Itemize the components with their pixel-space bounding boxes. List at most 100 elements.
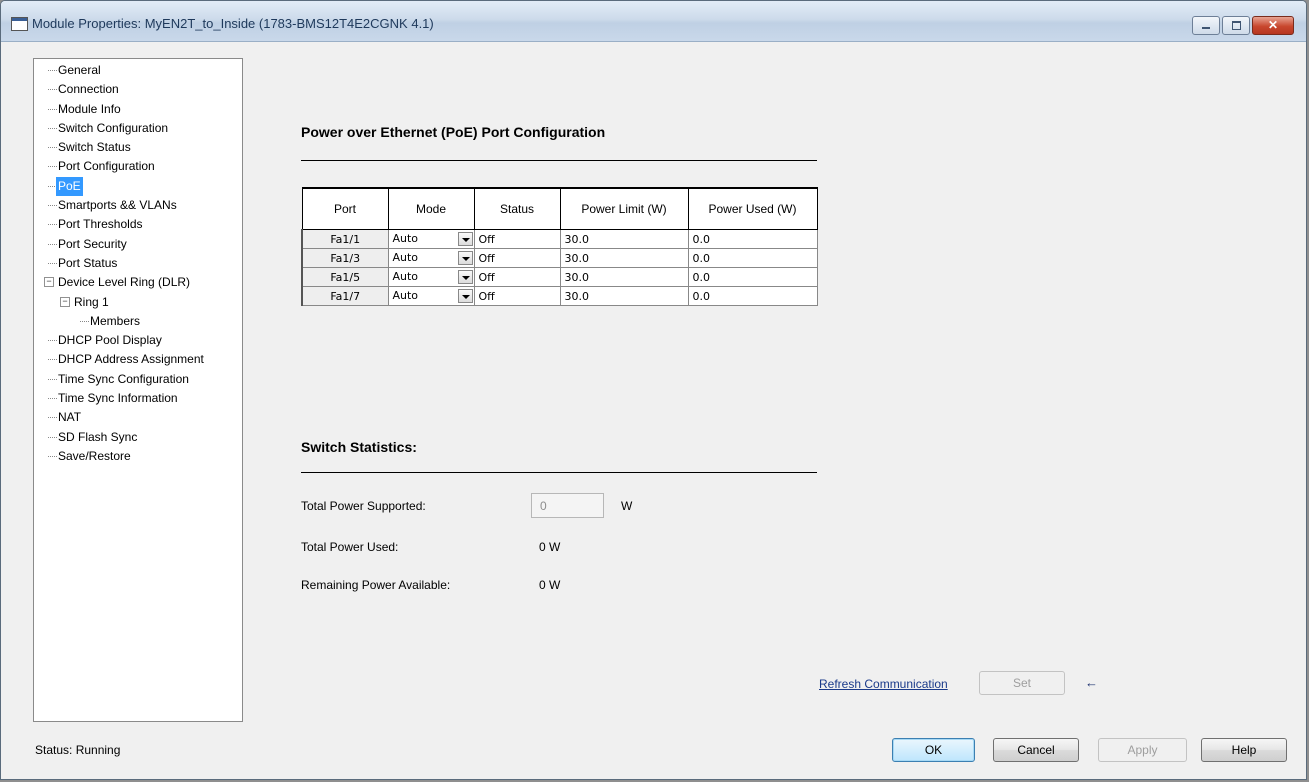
tree-connector xyxy=(48,205,57,207)
tree-connector xyxy=(48,398,57,400)
power-used-cell: 0.0 xyxy=(687,267,818,287)
tree-connector xyxy=(48,243,57,245)
tree-connector xyxy=(80,320,89,322)
tree-item-label: Time Sync Information xyxy=(58,391,178,406)
tree-connector xyxy=(48,262,57,264)
window-title: Module Properties: MyEN2T_to_Inside (178… xyxy=(32,16,434,31)
mode-value: Auto xyxy=(392,251,419,264)
status-cell: Off xyxy=(473,229,561,249)
power-limit-cell[interactable]: 30.0 xyxy=(559,248,689,268)
status-cell: Off xyxy=(473,286,561,306)
tree-connector xyxy=(48,378,57,380)
table-row: Fa1/1 Auto Off 30.0 0.0 xyxy=(301,229,818,249)
column-header-mode: Mode xyxy=(387,187,475,230)
table-row: Fa1/5 Auto Off 30.0 0.0 xyxy=(301,267,818,287)
tree-item-ring-1[interactable]: − Ring 1 xyxy=(34,293,242,312)
tree-item-sd-flash-sync[interactable]: SD Flash Sync xyxy=(34,428,242,447)
dropdown-arrow-icon[interactable] xyxy=(457,289,473,303)
refresh-communication-link[interactable]: Refresh Communication xyxy=(819,677,948,691)
tree-item-time-sync-configuration[interactable]: Time Sync Configuration xyxy=(34,370,242,389)
tree-connector xyxy=(48,359,57,361)
status-text: Status: Running xyxy=(35,743,121,757)
close-button[interactable]: ✕ xyxy=(1252,16,1294,35)
tree-item-switch-status[interactable]: Switch Status xyxy=(34,138,242,157)
tree-connector xyxy=(48,147,57,149)
port-cell: Fa1/7 xyxy=(301,286,389,306)
tree-item-port-security[interactable]: Port Security xyxy=(34,235,242,254)
statistics-divider xyxy=(301,472,817,473)
tree-item-label: Connection xyxy=(58,82,119,97)
tree-item-label: Device Level Ring (DLR) xyxy=(58,275,191,290)
tree-item-switch-configuration[interactable]: Switch Configuration xyxy=(34,119,242,138)
mode-select[interactable]: Auto xyxy=(387,229,475,249)
tree-item-label: NAT xyxy=(58,410,82,425)
tree-item-general[interactable]: General xyxy=(34,61,242,80)
mode-select[interactable]: Auto xyxy=(387,248,475,268)
tree-item-label: Members xyxy=(90,313,141,328)
power-limit-cell[interactable]: 30.0 xyxy=(559,229,689,249)
dropdown-arrow-icon[interactable] xyxy=(457,232,473,246)
power-used-cell: 0.0 xyxy=(687,229,818,249)
total-power-supported-label: Total Power Supported: xyxy=(301,499,426,513)
tree-item-label: Switch Status xyxy=(58,140,131,155)
maximize-button[interactable] xyxy=(1222,16,1250,35)
category-tree[interactable]: General Connection Module Info Switch Confi… xyxy=(33,58,243,722)
total-power-used-value: 0 W xyxy=(539,540,561,554)
poe-title-divider xyxy=(301,160,817,161)
tree-item-label: Switch Configuration xyxy=(58,120,169,135)
apply-button[interactable]: Apply xyxy=(1098,738,1187,762)
tree-item-poe[interactable]: PoE xyxy=(34,176,242,197)
tree-connector xyxy=(48,224,57,226)
tree-item-module-info[interactable]: Module Info xyxy=(34,100,242,119)
dropdown-arrow-icon[interactable] xyxy=(457,251,473,265)
tree-item-port-configuration[interactable]: Port Configuration xyxy=(34,157,242,176)
port-cell: Fa1/5 xyxy=(301,267,389,287)
tree-item-label: General xyxy=(58,63,101,77)
power-used-cell: 0.0 xyxy=(687,286,818,306)
poe-section-title: Power over Ethernet (PoE) Port Configura… xyxy=(301,124,606,140)
cancel-button[interactable]: Cancel xyxy=(993,738,1079,762)
tree-item-label: DHCP Address Assignment xyxy=(58,352,204,367)
tree-item-connection[interactable]: Connection xyxy=(34,80,242,99)
total-power-supported-unit: W xyxy=(621,499,633,513)
tree-item-port-thresholds[interactable]: Port Thresholds xyxy=(34,215,242,234)
column-header-power-limit: Power Limit (W) xyxy=(559,187,689,230)
tree-item-port-status[interactable]: Port Status xyxy=(34,254,242,273)
collapse-icon[interactable]: − xyxy=(60,296,70,307)
tree-connector xyxy=(48,89,57,91)
tree-item-dhcp-pool-display[interactable]: DHCP Pool Display xyxy=(34,331,242,350)
dropdown-arrow-icon[interactable] xyxy=(457,270,473,284)
mode-select[interactable]: Auto xyxy=(387,286,475,306)
tree-item-smartports-and-vlans[interactable]: Smartports && VLANs xyxy=(34,196,242,215)
tree-connector xyxy=(48,417,57,419)
mode-value: Auto xyxy=(392,289,419,302)
port-cell: Fa1/3 xyxy=(301,248,389,268)
tree-item-members[interactable]: Members xyxy=(34,312,242,331)
poe-port-table: Port Mode Status Power Limit (W) Power U… xyxy=(301,187,818,306)
column-header-power-used: Power Used (W) xyxy=(687,187,818,230)
tree-item-label: Port Thresholds xyxy=(58,217,143,232)
tree-item-label: Time Sync Configuration xyxy=(58,371,189,386)
table-row: Fa1/3 Auto Off 30.0 0.0 xyxy=(301,248,818,268)
tree-item-nat[interactable]: NAT xyxy=(34,408,242,427)
power-used-cell: 0.0 xyxy=(687,248,818,268)
help-button[interactable]: Help xyxy=(1201,738,1287,762)
title-bar[interactable]: Module Properties: MyEN2T_to_Inside (178… xyxy=(1,1,1306,42)
tree-item-dhcp-address-assignment[interactable]: DHCP Address Assignment xyxy=(34,350,242,369)
status-cell: Off xyxy=(473,267,561,287)
mode-select[interactable]: Auto xyxy=(387,267,475,287)
tree-item-label: SD Flash Sync xyxy=(58,429,138,444)
power-limit-cell[interactable]: 30.0 xyxy=(559,267,689,287)
remaining-power-value: 0 W xyxy=(539,578,561,592)
tree-item-label: Save/Restore xyxy=(58,448,131,463)
tree-item-time-sync-information[interactable]: Time Sync Information xyxy=(34,389,242,408)
ok-button[interactable]: OK xyxy=(892,738,975,762)
remaining-power-label: Remaining Power Available: xyxy=(301,578,451,592)
collapse-icon[interactable]: − xyxy=(44,277,54,288)
tree-item-device-level-ring-dlr[interactable]: − Device Level Ring (DLR) xyxy=(34,273,242,292)
set-button[interactable]: Set xyxy=(979,671,1065,695)
minimize-button[interactable] xyxy=(1192,16,1220,35)
power-limit-cell[interactable]: 30.0 xyxy=(559,286,689,306)
tree-item-save-restore[interactable]: Save/Restore xyxy=(34,447,242,466)
window-controls: ✕ xyxy=(1192,16,1294,35)
